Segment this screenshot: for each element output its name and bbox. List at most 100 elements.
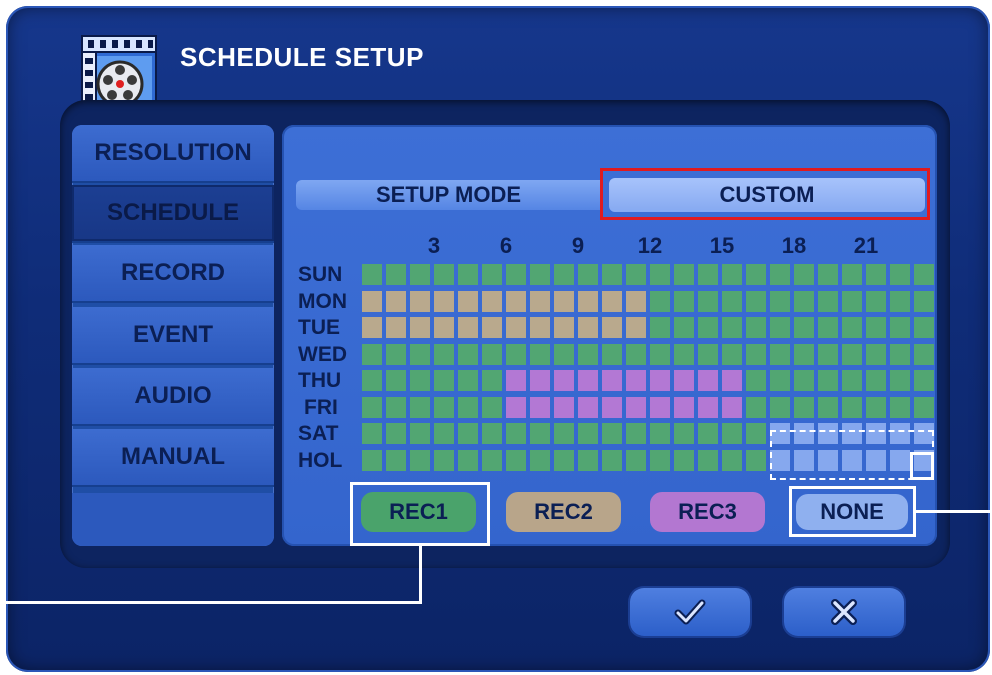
schedule-cell[interactable] xyxy=(674,264,694,285)
menu-item-audio[interactable]: AUDIO xyxy=(72,368,274,426)
schedule-cell[interactable] xyxy=(410,290,430,312)
schedule-cell[interactable] xyxy=(890,290,910,312)
schedule-cell[interactable] xyxy=(818,290,838,312)
rec3-button[interactable]: REC3 xyxy=(650,492,765,532)
schedule-cell[interactable] xyxy=(434,343,454,365)
rec2-button[interactable]: REC2 xyxy=(506,492,621,532)
schedule-cell[interactable] xyxy=(386,423,406,444)
schedule-cell[interactable] xyxy=(386,264,406,285)
schedule-cell[interactable] xyxy=(458,343,478,365)
menu-item-manual[interactable]: MANUAL xyxy=(72,429,274,487)
schedule-cell[interactable] xyxy=(482,370,502,391)
schedule-cell[interactable] xyxy=(434,370,454,391)
confirm-button[interactable] xyxy=(630,588,750,636)
schedule-cell[interactable] xyxy=(890,370,910,391)
schedule-cell[interactable] xyxy=(458,290,478,312)
schedule-cell[interactable] xyxy=(602,317,622,338)
schedule-cell[interactable] xyxy=(818,264,838,285)
schedule-cell[interactable] xyxy=(362,264,382,285)
schedule-cell[interactable] xyxy=(722,290,742,312)
schedule-cell[interactable] xyxy=(602,343,622,365)
schedule-cell[interactable] xyxy=(866,264,886,285)
schedule-cell[interactable] xyxy=(746,343,766,365)
schedule-cell[interactable] xyxy=(674,370,694,391)
schedule-cell[interactable] xyxy=(362,423,382,444)
schedule-cell[interactable] xyxy=(602,290,622,312)
schedule-cell[interactable] xyxy=(386,396,406,418)
schedule-cell[interactable] xyxy=(890,264,910,285)
schedule-cell[interactable] xyxy=(434,264,454,285)
schedule-cell[interactable] xyxy=(530,370,550,391)
schedule-cell[interactable] xyxy=(626,343,646,365)
schedule-cell[interactable] xyxy=(770,264,790,285)
schedule-cell[interactable] xyxy=(578,343,598,365)
schedule-cell[interactable] xyxy=(842,343,862,365)
schedule-cell[interactable] xyxy=(914,343,934,365)
schedule-cell[interactable] xyxy=(458,449,478,471)
schedule-cell[interactable] xyxy=(698,370,718,391)
schedule-cell[interactable] xyxy=(506,343,526,365)
schedule-cell[interactable] xyxy=(818,343,838,365)
schedule-cell[interactable] xyxy=(458,317,478,338)
schedule-cell[interactable] xyxy=(458,264,478,285)
menu-item-resolution[interactable]: RESOLUTION xyxy=(72,125,274,183)
schedule-cell[interactable] xyxy=(842,290,862,312)
schedule-cell[interactable] xyxy=(722,423,742,444)
schedule-cell[interactable] xyxy=(626,423,646,444)
schedule-cell[interactable] xyxy=(578,423,598,444)
schedule-cell[interactable] xyxy=(746,264,766,285)
schedule-cell[interactable] xyxy=(674,396,694,418)
schedule-cell[interactable] xyxy=(554,449,574,471)
schedule-cell[interactable] xyxy=(386,290,406,312)
schedule-cell[interactable] xyxy=(698,317,718,338)
schedule-cell[interactable] xyxy=(578,370,598,391)
schedule-cell[interactable] xyxy=(866,343,886,365)
schedule-cell[interactable] xyxy=(482,290,502,312)
schedule-cell[interactable] xyxy=(482,396,502,418)
schedule-cell[interactable] xyxy=(434,290,454,312)
schedule-cell[interactable] xyxy=(458,423,478,444)
schedule-cell[interactable] xyxy=(650,370,670,391)
schedule-cell[interactable] xyxy=(866,317,886,338)
schedule-cell[interactable] xyxy=(362,396,382,418)
schedule-cell[interactable] xyxy=(506,396,526,418)
schedule-cell[interactable] xyxy=(770,343,790,365)
schedule-cell[interactable] xyxy=(530,396,550,418)
schedule-cell[interactable] xyxy=(506,370,526,391)
schedule-cell[interactable] xyxy=(770,317,790,338)
schedule-cell[interactable] xyxy=(554,264,574,285)
schedule-cell[interactable] xyxy=(602,264,622,285)
schedule-cell[interactable] xyxy=(554,423,574,444)
schedule-cell[interactable] xyxy=(530,317,550,338)
schedule-cell[interactable] xyxy=(386,449,406,471)
schedule-cell[interactable] xyxy=(578,396,598,418)
schedule-cell[interactable] xyxy=(506,423,526,444)
schedule-cell[interactable] xyxy=(674,343,694,365)
schedule-cell[interactable] xyxy=(890,343,910,365)
schedule-cell[interactable] xyxy=(650,423,670,444)
schedule-cell[interactable] xyxy=(698,290,718,312)
schedule-cell[interactable] xyxy=(722,449,742,471)
schedule-cell[interactable] xyxy=(386,317,406,338)
schedule-cell[interactable] xyxy=(362,370,382,391)
schedule-cell[interactable] xyxy=(698,449,718,471)
schedule-cell[interactable] xyxy=(410,423,430,444)
schedule-cell[interactable] xyxy=(506,449,526,471)
schedule-cell[interactable] xyxy=(914,396,934,418)
schedule-cell[interactable] xyxy=(362,317,382,338)
schedule-cell[interactable] xyxy=(794,317,814,338)
schedule-cell[interactable] xyxy=(410,264,430,285)
schedule-cell[interactable] xyxy=(866,396,886,418)
schedule-cell[interactable] xyxy=(434,396,454,418)
schedule-cell[interactable] xyxy=(842,396,862,418)
schedule-cell[interactable] xyxy=(746,370,766,391)
schedule-cell[interactable] xyxy=(746,423,766,444)
schedule-cell[interactable] xyxy=(362,290,382,312)
schedule-cell[interactable] xyxy=(674,290,694,312)
schedule-cell[interactable] xyxy=(818,317,838,338)
schedule-cell[interactable] xyxy=(890,396,910,418)
schedule-cell[interactable] xyxy=(506,317,526,338)
schedule-cell[interactable] xyxy=(626,317,646,338)
schedule-cell[interactable] xyxy=(866,370,886,391)
schedule-cell[interactable] xyxy=(482,264,502,285)
